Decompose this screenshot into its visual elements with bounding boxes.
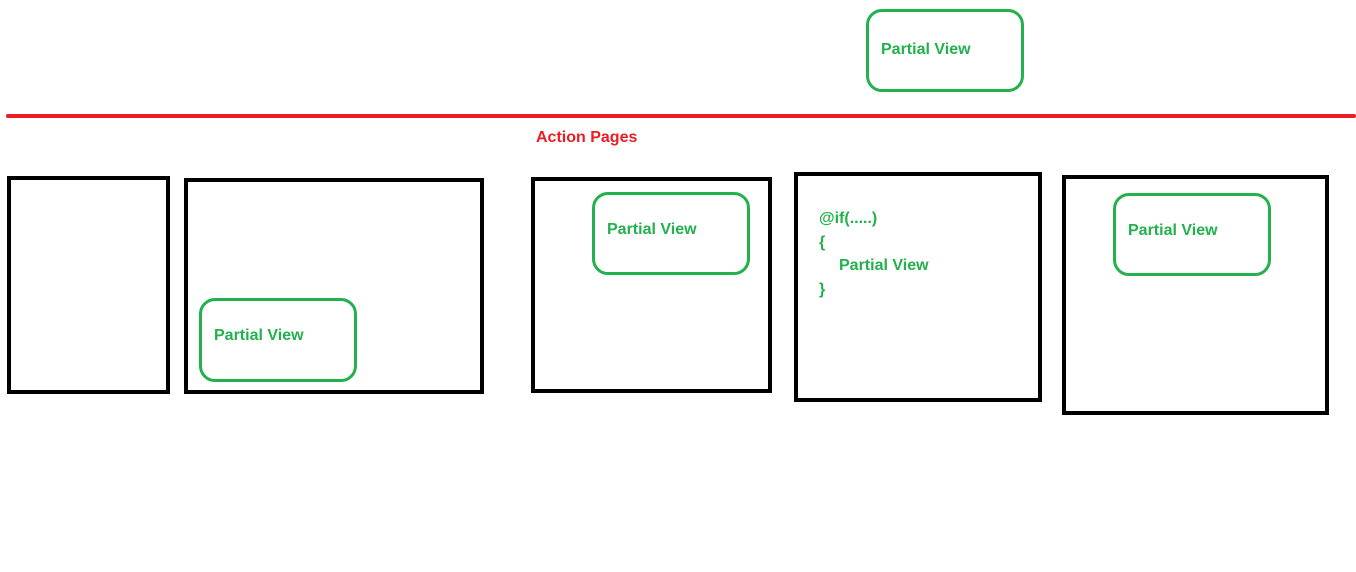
divider-line (6, 114, 1356, 118)
partial-view-label: Partial View (881, 41, 971, 58)
divider-label: Action Pages (536, 129, 638, 146)
conditional-code: @if(.....) { Partial View} (819, 207, 929, 301)
partial-view-label: Partial View (214, 327, 304, 344)
open-brace: { (819, 233, 826, 251)
conditional-partial-view: Partial View (839, 257, 929, 274)
page-3-partial-view: Partial View (592, 192, 750, 275)
page-5-partial-view: Partial View (1113, 193, 1271, 276)
top-partial-view: Partial View (866, 9, 1024, 92)
close-brace: } (819, 280, 826, 298)
partial-view-label: Partial View (1128, 222, 1218, 239)
action-page-1 (7, 176, 170, 394)
if-statement: @if(.....) (819, 210, 878, 227)
partial-view-label: Partial View (607, 221, 697, 238)
page-2-partial-view: Partial View (199, 298, 357, 382)
